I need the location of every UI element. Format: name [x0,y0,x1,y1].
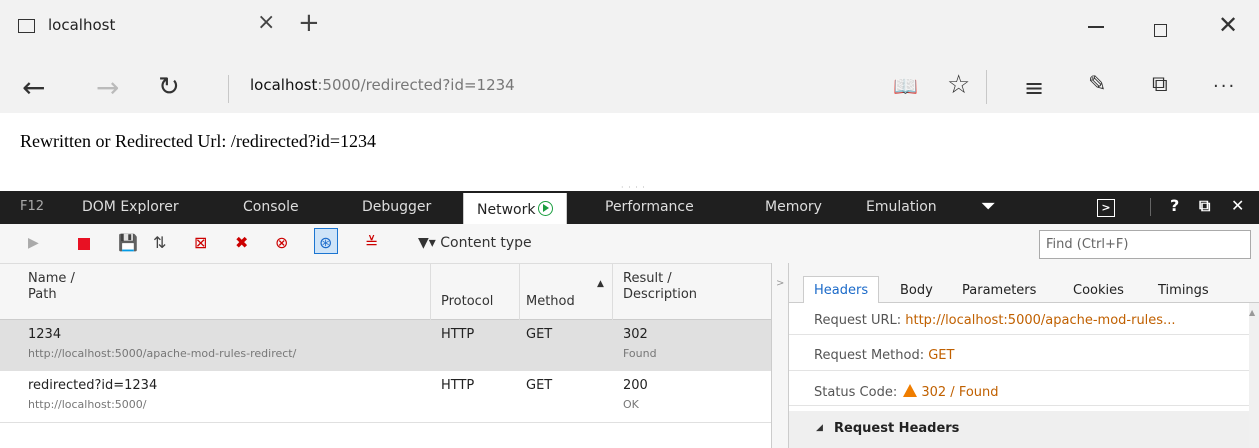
address-host: localhost [250,76,318,94]
tab-parameters[interactable]: Parameters [962,283,1036,298]
minimize-icon[interactable] [1088,26,1104,28]
tab-memory[interactable]: Memory [765,199,822,215]
column-header-method[interactable]: Method [526,294,575,310]
sort-ascending-icon: ▲ [597,279,604,289]
request-url-label: Request URL: [814,313,902,328]
column-description-label: Description [623,287,698,302]
warning-icon [903,384,918,397]
devtools-separator [1150,198,1151,216]
expand-chevron-icon[interactable]: > [776,278,784,289]
collapse-triangle-icon[interactable]: ◢ [816,423,823,433]
request-headers-label: Request Headers [834,421,960,436]
export-har-icon[interactable]: 💾 [118,233,138,252]
tab-performance[interactable]: Performance [605,199,694,215]
request-protocol: HTTP [441,378,475,393]
status-code-label: Status Code: [814,385,898,400]
tab-console[interactable]: Console [243,199,299,215]
new-tab-icon[interactable]: + [298,8,320,38]
clear-cookies-icon[interactable]: ✖ [235,233,248,252]
clear-entries-icon[interactable]: ≚ [365,233,378,252]
details-pane-splitter[interactable] [771,263,789,448]
always-refresh-glyph-icon: ⊛ [319,233,333,252]
undock-icon[interactable]: ⧉ [1199,196,1210,216]
tab-emulation[interactable]: Emulation [866,199,937,215]
help-icon[interactable]: ? [1170,196,1179,215]
tab-dom-explorer[interactable]: DOM Explorer [82,199,179,215]
request-url-field: Request URL: http://localhost:5000/apach… [814,313,1175,328]
status-code-value: 302 / Found [921,385,999,400]
request-protocol: HTTP [441,327,475,342]
tab-title: localhost [48,16,116,34]
filter-icon: ▼▾ [418,235,441,251]
web-note-icon[interactable]: ✎ [1088,72,1106,97]
details-scrollbar[interactable] [1249,303,1259,448]
table-row[interactable] [0,320,771,371]
browser-tab[interactable]: localhost × [0,0,290,63]
request-name: 1234 [28,327,62,342]
filter-label: Content type [440,235,532,251]
more-tools-icon[interactable]: ⏷ [982,196,995,216]
tab-headers[interactable]: Headers [803,276,880,304]
tab-body[interactable]: Body [900,283,933,298]
console-pane-icon[interactable]: > [1097,199,1115,217]
request-method-label: Request Method: [814,348,925,363]
tab-debugger[interactable]: Debugger [362,199,431,215]
find-input[interactable]: Find (Ctrl+F) [1039,230,1251,259]
devtools-f12-label: F12 [20,199,45,214]
request-description: Found [623,347,657,360]
column-header-name[interactable]: Name / Path [28,271,75,303]
more-icon[interactable]: ··· [1213,76,1236,97]
column-separator[interactable] [519,263,520,320]
devtools-close-icon[interactable]: ✕ [1231,196,1244,215]
request-description: OK [623,398,639,411]
request-path: http://localhost:5000/apache-mod-rules-r… [28,347,297,360]
request-url-value[interactable]: http://localhost:5000/apache-mod-rules..… [905,313,1175,328]
tab-page-icon [18,19,35,33]
request-method: GET [526,378,553,393]
maximize-icon[interactable] [1154,24,1167,37]
request-result: 200 [623,378,648,393]
request-result: 302 [623,327,648,342]
page-text: Rewritten or Redirected Url: /redirected… [20,131,377,151]
column-header-result[interactable]: Result / Description [623,271,697,303]
request-path: http://localhost:5000/ [28,398,147,411]
window-close-icon[interactable]: ✕ [1218,13,1238,37]
refresh-icon[interactable]: ↻ [158,72,180,102]
status-code-field: Status Code: 302 / Found [814,383,999,400]
toolbar-separator [986,70,987,104]
network-play-icon [538,201,554,216]
tab-network[interactable]: Network [463,193,568,224]
request-name: redirected?id=1234 [28,378,158,393]
tab-timings[interactable]: Timings [1158,283,1209,298]
import-icon[interactable]: ⇅ [153,233,166,252]
navigation-bar [0,63,1259,113]
column-separator[interactable] [430,263,431,320]
scroll-up-icon[interactable]: ▲ [1249,308,1255,317]
column-result-label: Result / [623,271,672,286]
column-name-label: Name / [28,271,75,286]
stop-profiling-icon[interactable] [78,238,90,250]
tab-network-label: Network [477,202,536,218]
clear-cache-icon[interactable]: ⊗ [275,233,288,252]
back-icon[interactable]: ← [22,71,45,104]
column-path-label: Path [28,287,57,302]
address-path: :5000/redirected?id=1234 [317,76,515,94]
forward-icon[interactable]: → [96,71,119,104]
tab-close-icon[interactable]: × [257,10,275,35]
clear-session-icon[interactable]: ⊠ [194,233,207,252]
hub-icon[interactable]: ≡ [1024,74,1044,102]
tab-cookies[interactable]: Cookies [1073,283,1124,298]
column-separator[interactable] [612,263,613,320]
column-header-protocol[interactable]: Protocol [441,294,493,310]
start-profiling-icon[interactable]: ▶ [28,235,39,251]
request-method-field: Request Method: GET [814,348,954,363]
favorite-star-icon[interactable]: ☆ [947,70,970,100]
request-method-value: GET [928,348,955,363]
share-icon[interactable]: ⧉ [1152,72,1168,97]
reading-view-icon[interactable]: 📖 [893,74,918,98]
request-method: GET [526,327,553,342]
content-type-filter[interactable]: ▼▾ Content type [418,235,532,251]
address-bar[interactable]: localhost:5000/redirected?id=1234 [250,76,515,94]
address-separator [228,75,229,103]
